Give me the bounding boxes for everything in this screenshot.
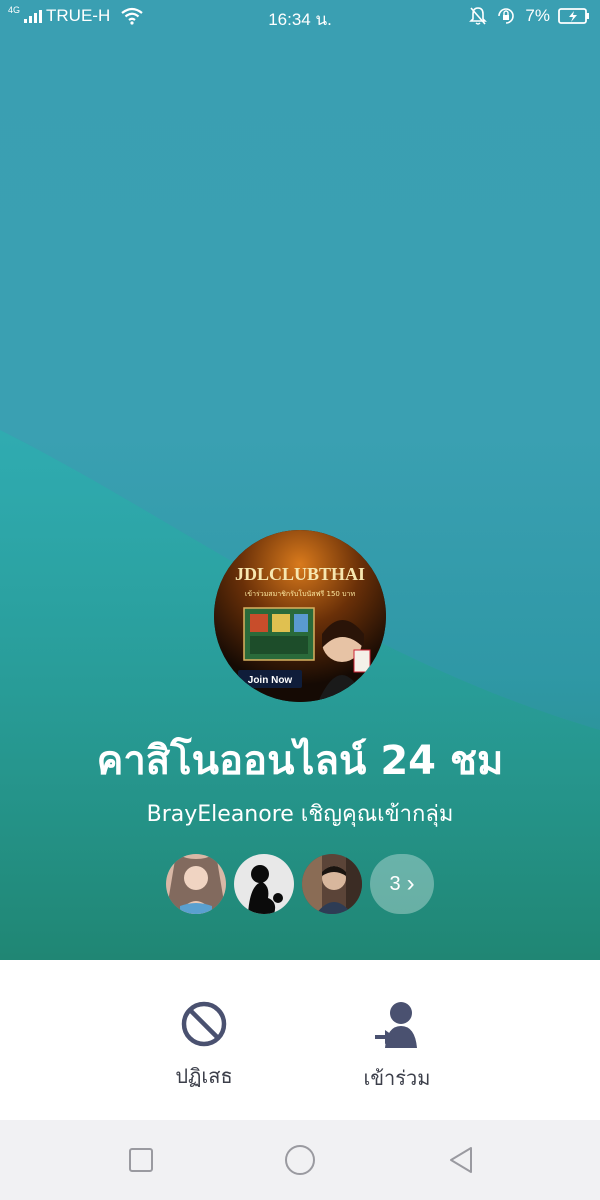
avatar-join-now-badge: Join Now bbox=[248, 675, 293, 686]
triangle-back-icon bbox=[450, 1147, 472, 1173]
join-label: เข้าร่วม bbox=[363, 1066, 431, 1090]
join-button[interactable]: เข้าร่วม bbox=[327, 1000, 467, 1094]
group-invite-hero: 4G TRUE-H 16:34 น. 7% JDLCLUBTHAI เข้าร่… bbox=[0, 0, 600, 960]
more-members-button[interactable]: 3 › bbox=[370, 854, 434, 914]
bell-off-icon bbox=[469, 7, 488, 25]
battery-percent: 7% bbox=[525, 6, 550, 25]
back-button[interactable] bbox=[441, 1140, 481, 1180]
member-avatar[interactable] bbox=[302, 854, 362, 914]
status-bar: 4G TRUE-H 16:34 น. 7% bbox=[0, 0, 600, 32]
home-button[interactable] bbox=[280, 1140, 320, 1180]
avatar-banner-title: JDLCLUBTHAI bbox=[235, 564, 365, 584]
group-name: คาสิโนออนไลน์ 24 ชม bbox=[96, 738, 504, 784]
recent-apps-button[interactable] bbox=[121, 1140, 161, 1180]
chevron-right-icon: › bbox=[406, 870, 415, 897]
member-avatar-list: 3 › bbox=[166, 854, 434, 914]
more-members-count: 3 bbox=[389, 872, 401, 895]
invite-actions: ปฏิเสธ เข้าร่วม bbox=[0, 960, 600, 1120]
system-navigation-bar bbox=[0, 1120, 600, 1200]
decline-label: ปฏิเสธ bbox=[175, 1064, 233, 1088]
join-group-icon bbox=[373, 1002, 417, 1048]
invite-message: BrayEleanore เชิญคุณเข้ากลุ่ม bbox=[146, 802, 454, 827]
member-avatar[interactable] bbox=[234, 854, 294, 914]
member-avatar[interactable] bbox=[166, 854, 226, 914]
circle-icon bbox=[285, 1145, 315, 1175]
block-icon bbox=[181, 1001, 227, 1047]
avatar-banner-subtitle: เข้าร่วมสมาชิกรับโบนัสฟรี 150 บาท bbox=[245, 589, 356, 598]
group-avatar: JDLCLUBTHAI เข้าร่วมสมาชิกรับโบนัสฟรี 15… bbox=[214, 530, 386, 702]
rotation-lock-icon bbox=[498, 8, 515, 24]
battery-charging-icon bbox=[558, 8, 589, 24]
decline-button[interactable]: ปฏิเสธ bbox=[134, 1000, 274, 1092]
square-icon bbox=[129, 1148, 153, 1172]
